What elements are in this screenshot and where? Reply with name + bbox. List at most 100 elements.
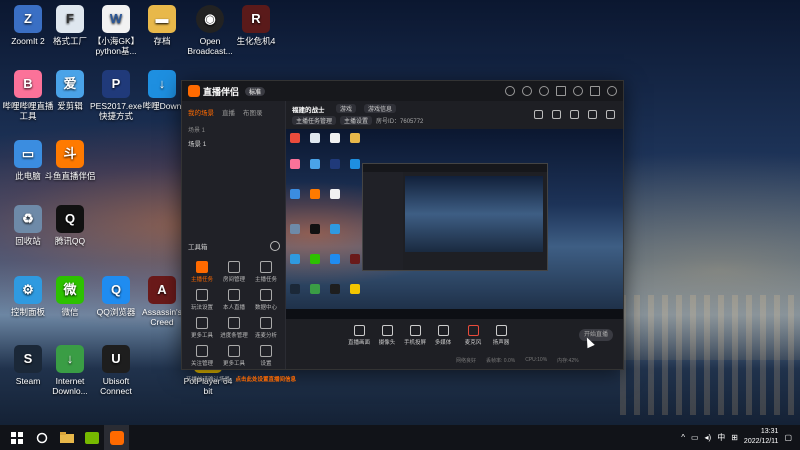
preview-desktop-icon: [290, 133, 300, 143]
notice-link[interactable]: 点击此处设置直播间信息: [236, 377, 297, 383]
preview-desktop-icon: [330, 133, 340, 143]
status-bar: 网络良好 丢帧率: 0.0% CPU:10% 内存:42%: [286, 351, 623, 369]
tool-item[interactable]: 连麦分析: [250, 317, 282, 339]
message-icon[interactable]: [522, 86, 532, 96]
tool-item[interactable]: 更多工具: [186, 317, 218, 339]
clock[interactable]: 13:31 2022/12/11: [744, 427, 779, 447]
tab-my-scenes[interactable]: 我的场景: [188, 107, 214, 117]
minimize-icon[interactable]: [573, 86, 583, 96]
bell-icon[interactable]: [588, 110, 597, 119]
desktop-icon-douyu[interactable]: 斗斗鱼直播伴侣: [42, 140, 98, 181]
monitor-icon: [353, 325, 365, 336]
settings-chip[interactable]: 主播设置: [340, 116, 373, 125]
lock-icon[interactable]: [552, 110, 561, 119]
chevron-up-icon[interactable]: ^: [681, 433, 685, 442]
tool-icon: [196, 345, 208, 357]
ime-indicator[interactable]: 中: [717, 432, 725, 443]
app-logo-icon: [188, 85, 200, 97]
preview-desktop-icon: [350, 133, 360, 143]
preview-desktop-icon: [310, 133, 320, 143]
notification-icon[interactable]: ▢: [784, 433, 792, 442]
scene-header[interactable]: 场景 1: [182, 123, 285, 136]
microphone-button[interactable]: 麦克风: [458, 325, 488, 346]
search-icon: [36, 432, 47, 443]
maximize-icon[interactable]: [590, 86, 600, 96]
start-button[interactable]: [4, 425, 29, 450]
room-info-chip[interactable]: 游戏信息: [364, 104, 397, 113]
nested-window-preview: [362, 163, 548, 271]
desktop-icon-resident-evil[interactable]: R 生化危机4: [228, 5, 284, 46]
tool-icon: [260, 317, 272, 329]
tab-live[interactable]: 直播: [222, 107, 235, 117]
live-companion-icon: [109, 430, 124, 445]
preview-desktop-icon: [330, 284, 340, 294]
left-panel: 我的场景 直播 布图录 场景 1 场景 1 工具箱 主播任务 房间管理 主播任务…: [182, 101, 296, 383]
tool-icon: [228, 345, 240, 357]
speaker-button[interactable]: 扬声器: [486, 325, 516, 346]
tab-layout[interactable]: 布图录: [243, 107, 263, 117]
tool-item[interactable]: 设置: [250, 345, 282, 367]
tool-icon: [196, 261, 208, 273]
taskbar-file-explorer[interactable]: [54, 425, 79, 450]
network-icon[interactable]: ▭: [691, 433, 699, 442]
tool-item[interactable]: 房间管理: [218, 261, 250, 283]
desktop-icon-ubisoft[interactable]: U Ubisoft Connect: [88, 345, 144, 396]
tools-settings-icon[interactable]: [270, 241, 280, 251]
tool-item[interactable]: 更多工具: [218, 345, 250, 367]
scene-item[interactable]: 场景 1: [182, 136, 285, 150]
avatar[interactable]: [505, 86, 515, 96]
preview-desktop-icon: [310, 224, 320, 234]
tool-item[interactable]: 本人直播: [218, 289, 250, 311]
preview-desktop-icon: [310, 189, 320, 199]
tools-title: 工具箱: [188, 244, 208, 251]
ime-switch-icon[interactable]: ⊞: [731, 433, 738, 442]
cpu-status: CPU:10%: [525, 357, 548, 363]
search-button[interactable]: [29, 425, 54, 450]
task-chip[interactable]: 主播任务管理: [292, 116, 337, 125]
taskbar-app-green[interactable]: [79, 425, 104, 450]
menu-icon[interactable]: [556, 86, 566, 96]
close-icon[interactable]: [607, 86, 617, 96]
preview-desktop-icon: [290, 189, 300, 199]
camera-button[interactable]: 摄像头: [372, 325, 402, 346]
screen-capture-button[interactable]: 直播画面: [344, 325, 374, 346]
tool-item[interactable]: 主播任务: [186, 261, 218, 283]
preview-desktop-icon: [330, 254, 340, 264]
volume-icon[interactable]: ◂): [705, 433, 712, 442]
preview-desktop-icon: [350, 254, 360, 264]
preview-desktop-icon: [290, 284, 300, 294]
taskbar-live-companion[interactable]: [104, 425, 129, 450]
media-button[interactable]: 多媒体: [428, 325, 458, 346]
desktop-icon-qq[interactable]: Q 腾讯QQ: [42, 205, 98, 246]
preview-taskbar: [286, 309, 623, 319]
gift-icon[interactable]: [534, 110, 543, 119]
phone-cast-button[interactable]: 手机投屏: [400, 325, 430, 346]
tool-icon: [260, 345, 272, 357]
room-info-bar: 福建的战士 游戏 游戏信息 主播任务管理 主播设置 房号ID：7605772: [286, 101, 623, 127]
room-tag[interactable]: 游戏: [336, 104, 357, 113]
preview-desktop-icon: [350, 284, 360, 294]
stream-preview[interactable]: [286, 129, 623, 319]
settings-icon[interactable]: [539, 86, 549, 96]
clock-date: 2022/12/11: [743, 438, 779, 445]
tool-item[interactable]: 关注管理: [186, 345, 218, 367]
tool-item[interactable]: 主播任务: [250, 261, 282, 283]
share-icon[interactable]: [606, 110, 615, 119]
preview-desktop-icon: [310, 254, 320, 264]
shop-icon[interactable]: [570, 110, 579, 119]
window-titlebar[interactable]: 直播伴侣 标准: [182, 81, 623, 101]
tool-item[interactable]: 玩法设置: [186, 289, 218, 311]
preview-desktop-icon: [330, 224, 340, 234]
tools-grid: 主播任务 房间管理 主播任务 玩法设置 本人直播 数据中心 更多工具 进度条管理…: [186, 261, 282, 367]
room-title[interactable]: 福建的战士: [292, 104, 325, 114]
phone-icon: [409, 325, 421, 336]
app-logo: 直播伴侣 标准: [188, 85, 266, 98]
tool-item[interactable]: 进度条管理: [218, 317, 250, 339]
room-id: 房号ID：7605772: [376, 119, 424, 125]
live-companion-window[interactable]: 直播伴侣 标准 我的场景 直播 布图录 场景 1 场景 1 工具箱 主播任务 房…: [181, 80, 624, 383]
preview-desktop-icon: [350, 159, 360, 169]
preview-desktop-icon: [290, 224, 300, 234]
tool-item[interactable]: 数据中心: [250, 289, 282, 311]
network-status: 网络良好: [456, 357, 477, 364]
tool-icon: [228, 289, 240, 301]
